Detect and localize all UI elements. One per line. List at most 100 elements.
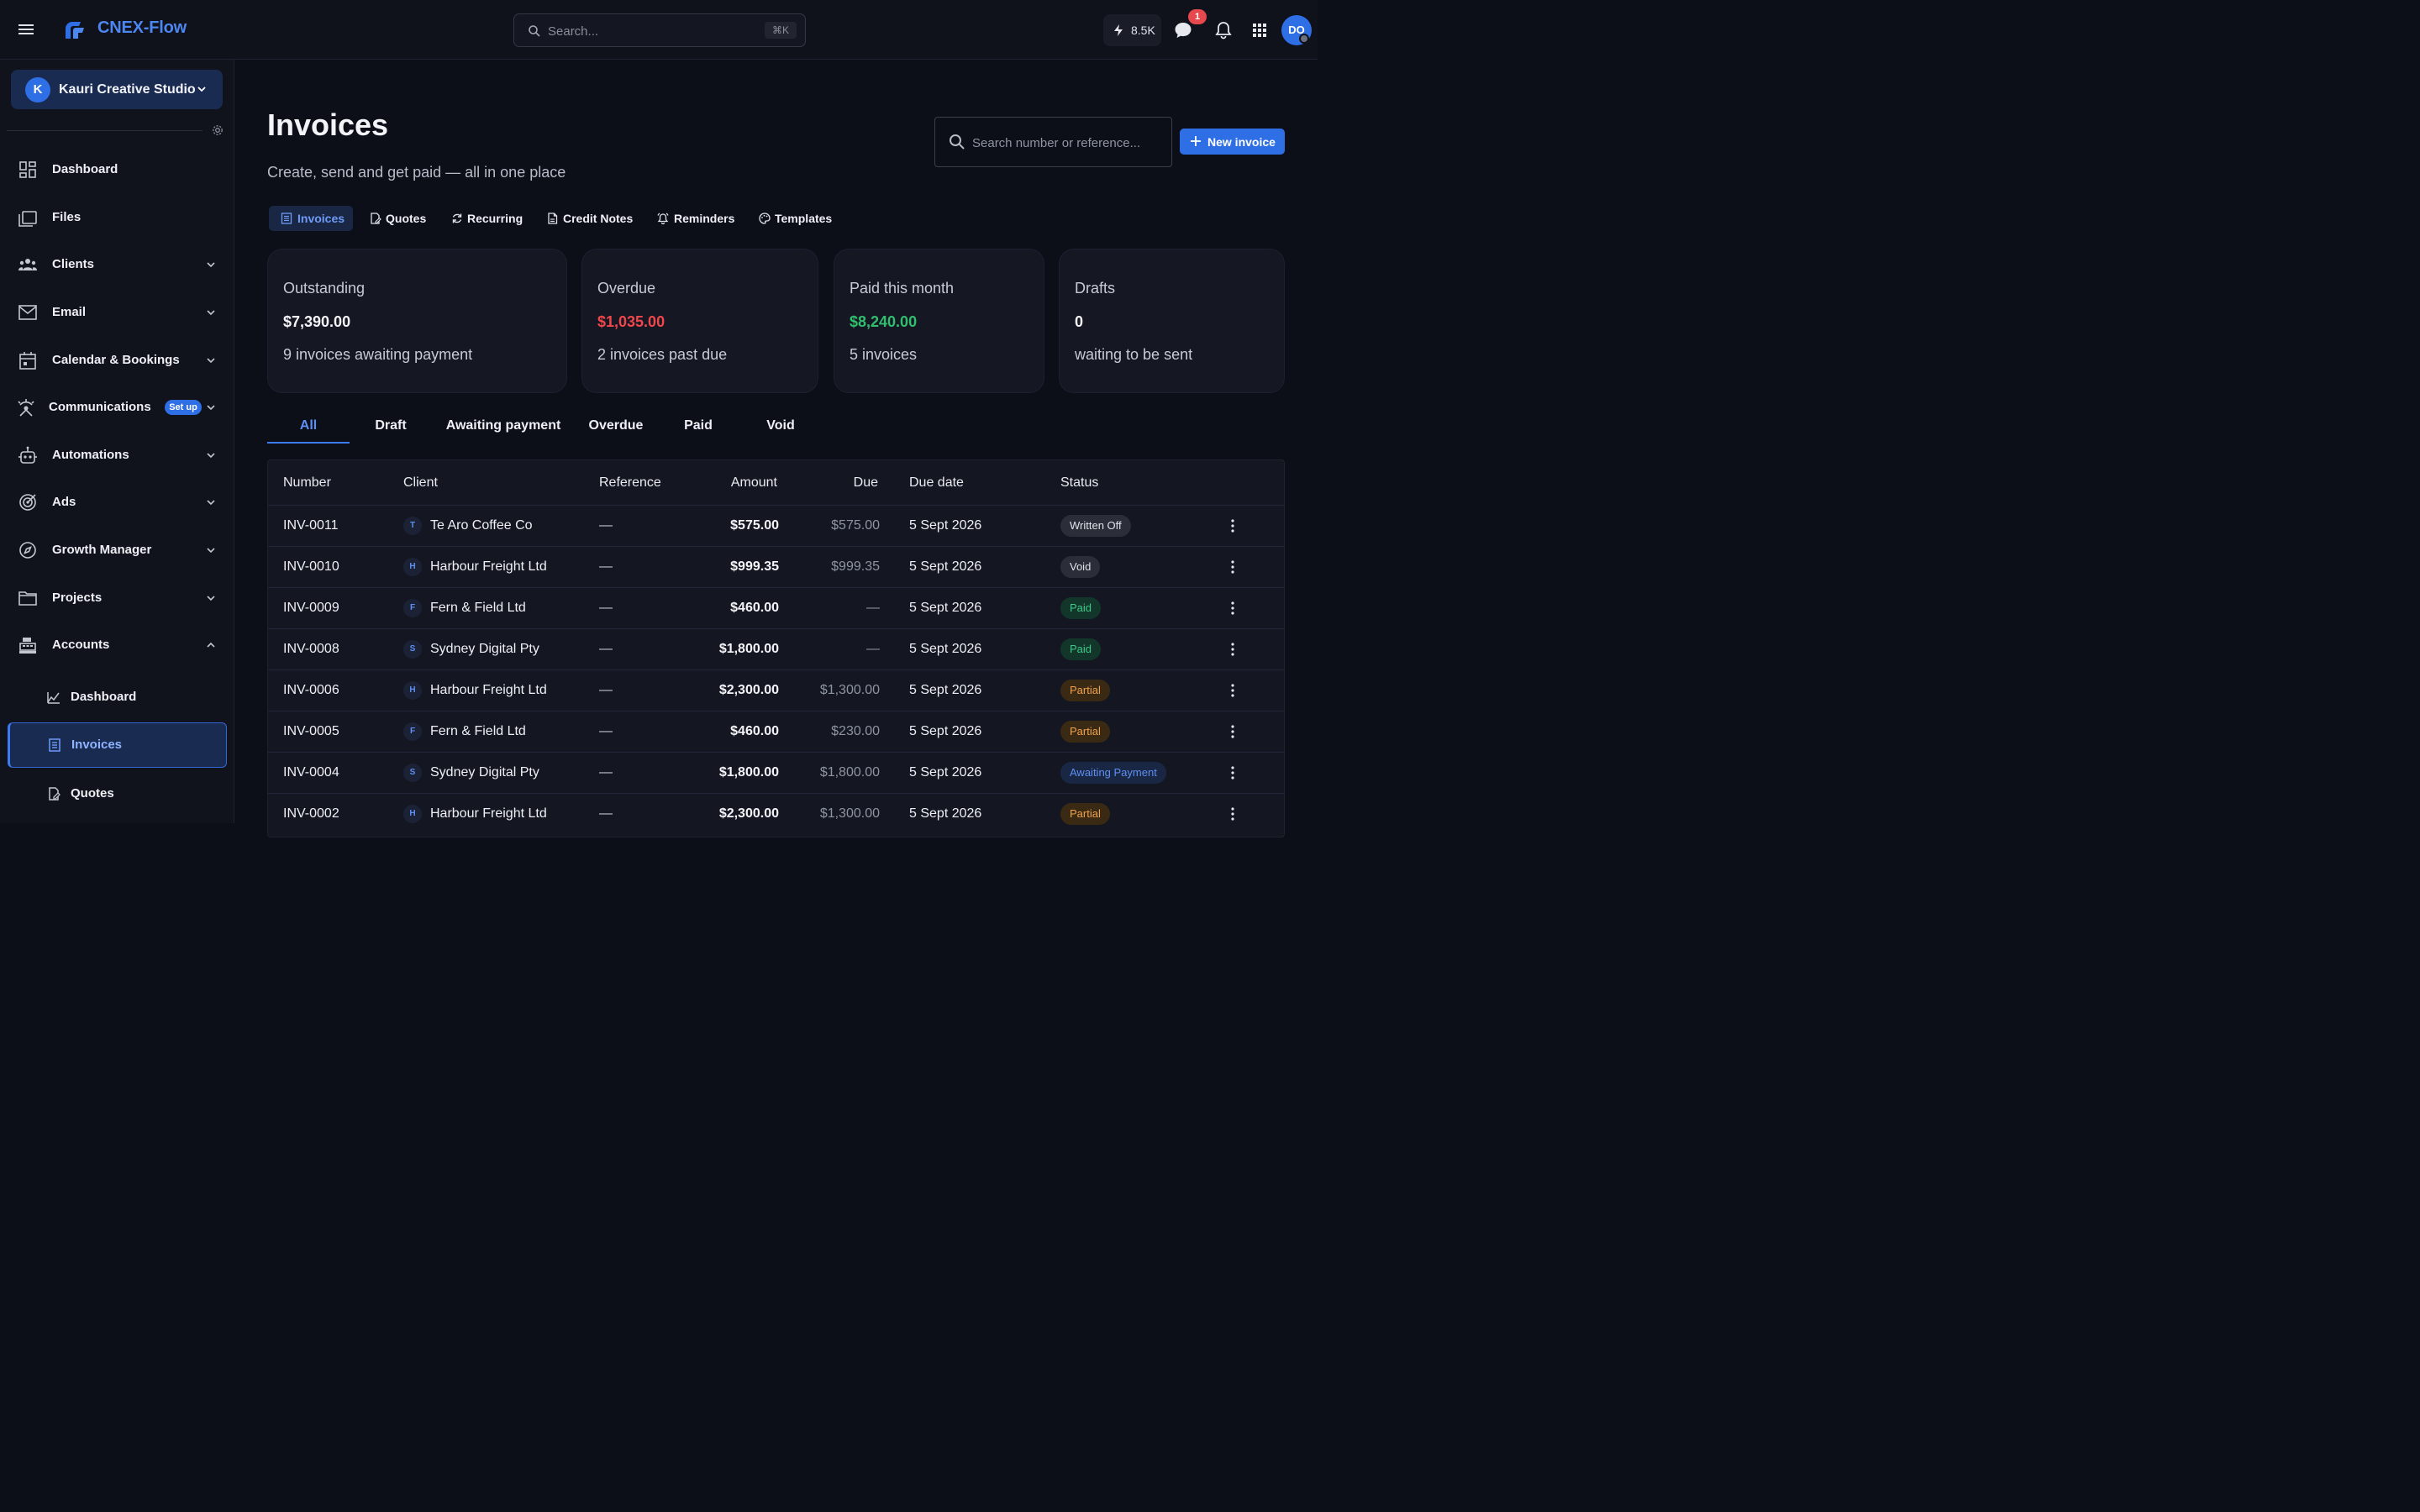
bell-icon[interactable] bbox=[1214, 21, 1233, 39]
more-vertical-icon[interactable] bbox=[1229, 723, 1236, 740]
sidebar-item-growth-manager[interactable]: Growth Manager bbox=[0, 529, 234, 571]
subnav-recurring[interactable]: Recurring bbox=[445, 206, 528, 231]
column-header-due[interactable]: Due bbox=[854, 475, 878, 491]
invoice-number[interactable]: INV-0005 bbox=[283, 724, 339, 739]
invoice-number[interactable]: INV-0004 bbox=[283, 765, 339, 780]
invoice-number[interactable]: INV-0006 bbox=[283, 683, 339, 698]
filter-tab-paid[interactable]: Paid bbox=[657, 418, 739, 444]
filter-tab-draft[interactable]: Draft bbox=[350, 418, 432, 444]
stat-card-drafts: Drafts 0 waiting to be sent bbox=[1059, 249, 1285, 393]
sidebar-item-files[interactable]: Files bbox=[0, 197, 234, 239]
more-vertical-icon[interactable] bbox=[1229, 806, 1236, 822]
invoice-search-input[interactable] bbox=[972, 133, 1161, 153]
column-header-status[interactable]: Status bbox=[1060, 475, 1098, 491]
quote-icon bbox=[371, 213, 381, 224]
subnav-reminders[interactable]: Reminders bbox=[652, 206, 739, 231]
more-vertical-icon[interactable] bbox=[1229, 600, 1236, 617]
client-name[interactable]: Harbour Freight Ltd bbox=[430, 806, 547, 822]
invoice-number[interactable]: INV-0002 bbox=[283, 806, 339, 822]
sidebar-item-clients[interactable]: Clients bbox=[0, 244, 234, 286]
sidebar-item-calendar-bookings[interactable]: Calendar & Bookings bbox=[0, 339, 234, 381]
more-vertical-icon[interactable] bbox=[1229, 682, 1236, 699]
client-name[interactable]: Sydney Digital Pty bbox=[430, 642, 539, 657]
table-row[interactable]: INV-0005 F Fern & Field Ltd — $460.00 $230.00… bbox=[268, 711, 1284, 752]
sidebar-item-dashboard[interactable]: Dashboard bbox=[0, 149, 234, 191]
more-vertical-icon[interactable] bbox=[1229, 517, 1236, 534]
invoice-icon bbox=[281, 213, 292, 224]
reference: — bbox=[599, 642, 613, 656]
column-header-amount[interactable]: Amount bbox=[731, 475, 777, 491]
client-name[interactable]: Sydney Digital Pty bbox=[430, 765, 539, 780]
sidebar-item-email[interactable]: Email bbox=[0, 291, 234, 333]
subnav-invoices[interactable]: Invoices bbox=[269, 206, 353, 231]
client-avatar: S bbox=[403, 764, 422, 782]
new-invoice-button[interactable]: New invoice bbox=[1180, 129, 1285, 155]
sidebar-item-projects[interactable]: Projects bbox=[0, 577, 234, 619]
invoice-number[interactable]: INV-0009 bbox=[283, 601, 339, 616]
calendar-icon bbox=[19, 352, 36, 370]
sidebar-subitem-invoices[interactable]: Invoices bbox=[8, 722, 227, 768]
invoice-number[interactable]: INV-0011 bbox=[283, 518, 339, 533]
stat-subtitle: 2 invoices past due bbox=[597, 346, 728, 363]
subnav-quotes[interactable]: Quotes bbox=[363, 206, 430, 231]
table-row[interactable]: INV-0008 S Sydney Digital Pty — $1,800.00 — 5 … bbox=[268, 628, 1284, 669]
table-row[interactable]: INV-0006 H Harbour Freight Ltd — $2,300.00 $1… bbox=[268, 669, 1284, 711]
client-name[interactable]: Fern & Field Ltd bbox=[430, 601, 526, 616]
brand-name[interactable]: CNEX-Flow bbox=[97, 18, 187, 38]
column-header-client[interactable]: Client bbox=[403, 475, 438, 491]
more-vertical-icon[interactable] bbox=[1229, 559, 1236, 575]
stat-title: Paid this month bbox=[850, 280, 955, 297]
client-name[interactable]: Te Aro Coffee Co bbox=[430, 518, 533, 533]
column-header-due-date[interactable]: Due date bbox=[909, 475, 964, 491]
sidebar-subitem-quotes[interactable]: Quotes bbox=[8, 771, 227, 816]
table-row[interactable]: INV-0011 T Te Aro Coffee Co — $575.00 $575.00… bbox=[268, 505, 1284, 546]
more-vertical-icon[interactable] bbox=[1229, 641, 1236, 658]
search-icon bbox=[950, 134, 965, 150]
subnav-templates[interactable]: Templates bbox=[753, 206, 840, 231]
due-date: 5 Sept 2026 bbox=[909, 765, 982, 780]
invoice-number[interactable]: INV-0008 bbox=[283, 642, 339, 657]
due-date: 5 Sept 2026 bbox=[909, 806, 982, 821]
filter-tab-awaiting-payment[interactable]: Awaiting payment bbox=[437, 418, 570, 444]
table-row[interactable]: INV-0009 F Fern & Field Ltd — $460.00 — 5 Sept… bbox=[268, 587, 1284, 628]
filter-tab-overdue[interactable]: Overdue bbox=[575, 418, 657, 444]
client-name[interactable]: Harbour Freight Ltd bbox=[430, 683, 547, 698]
global-search-input[interactable] bbox=[548, 21, 750, 41]
client-name[interactable]: Harbour Freight Ltd bbox=[430, 559, 547, 575]
menu-icon[interactable] bbox=[17, 20, 35, 39]
table-row[interactable]: INV-0004 S Sydney Digital Pty — $1,800.00 $1,… bbox=[268, 752, 1284, 793]
gear-icon[interactable] bbox=[211, 123, 224, 137]
more-vertical-icon[interactable] bbox=[1229, 764, 1236, 781]
org-avatar: K bbox=[25, 77, 50, 102]
credits-button[interactable]: 8.5K bbox=[1103, 14, 1161, 46]
filter-tab-void[interactable]: Void bbox=[739, 418, 822, 444]
sidebar-item-accounts[interactable]: Accounts bbox=[0, 624, 234, 666]
sidebar-item-ads[interactable]: Ads bbox=[0, 481, 234, 523]
invoice-number[interactable]: INV-0010 bbox=[283, 559, 339, 575]
filter-tab-all[interactable]: All bbox=[267, 418, 350, 444]
global-search[interactable]: ⌘K bbox=[513, 13, 806, 47]
sidebar-item-automations[interactable]: Automations bbox=[0, 434, 234, 476]
robot-icon bbox=[18, 446, 37, 464]
sidebar-subitem-dashboard[interactable]: Dashboard bbox=[8, 675, 227, 720]
subnav-credit-notes[interactable]: Credit Notes bbox=[541, 206, 638, 231]
sidebar-item-communications[interactable]: Communications Set up bbox=[0, 386, 234, 428]
sidebar-item-label: Email bbox=[52, 305, 87, 319]
table-row[interactable]: INV-0002 H Harbour Freight Ltd — $2,300.00 $1… bbox=[268, 793, 1284, 834]
column-header-reference[interactable]: Reference bbox=[599, 475, 661, 491]
brand-logo-icon[interactable] bbox=[62, 17, 89, 44]
invoice-search[interactable] bbox=[934, 117, 1172, 167]
palette-icon bbox=[759, 213, 771, 224]
column-header-number[interactable]: Number bbox=[283, 475, 331, 491]
chat-icon[interactable] bbox=[1174, 21, 1192, 39]
amount: $575.00 bbox=[730, 518, 779, 533]
amount-due: $1,300.00 bbox=[819, 683, 880, 697]
files-icon bbox=[18, 211, 37, 227]
apps-grid-icon[interactable] bbox=[1250, 21, 1269, 39]
client-name[interactable]: Fern & Field Ltd bbox=[430, 724, 526, 739]
credits-value: 8.5K bbox=[1131, 24, 1155, 37]
status-badge: Partial bbox=[1060, 803, 1110, 825]
stat-title: Overdue bbox=[597, 280, 656, 297]
table-row[interactable]: INV-0010 H Harbour Freight Ltd — $999.35 $999… bbox=[268, 546, 1284, 587]
org-switcher[interactable]: K Kauri Creative Studio bbox=[11, 70, 223, 109]
